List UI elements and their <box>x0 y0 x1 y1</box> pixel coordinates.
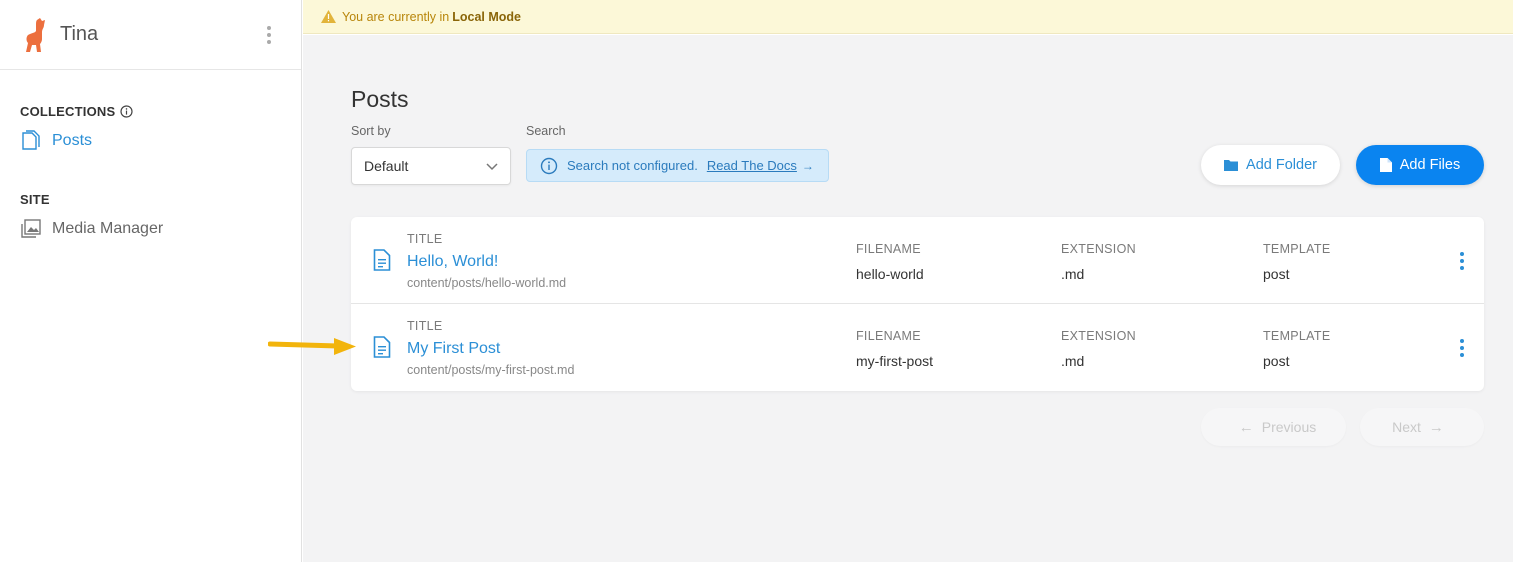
info-circle-icon <box>540 157 558 175</box>
previous-label: Previous <box>1261 419 1317 435</box>
document-icon <box>373 336 391 358</box>
local-mode-banner: You are currently in Local Mode <box>303 0 1513 34</box>
extension-value: .md <box>1061 353 1085 369</box>
collections-section: COLLECTIONS Posts <box>20 104 133 152</box>
row-actions-icon[interactable] <box>1460 339 1464 357</box>
sidebar-item-media-manager[interactable]: Media Manager <box>20 218 163 240</box>
title-cell: TITLE My First Post content/posts/my-fir… <box>407 317 574 377</box>
llama-logo-icon <box>22 17 50 53</box>
collections-heading-label: COLLECTIONS <box>20 104 116 119</box>
sort-select[interactable]: Default <box>351 147 511 185</box>
title-header: TITLE <box>407 232 443 246</box>
main-content: Posts Sort by Search Default Search not … <box>303 35 1513 562</box>
sort-select-value: Default <box>364 158 409 174</box>
next-page-button[interactable]: Next → <box>1360 408 1484 446</box>
sort-label: Sort by <box>351 124 391 138</box>
extension-cell: EXTENSION .md <box>1061 327 1136 369</box>
app-name: Tina <box>60 23 99 45</box>
title-cell: TITLE Hello, World! content/posts/hello-… <box>407 230 566 290</box>
template-header: TEMPLATE <box>1263 329 1331 343</box>
site-heading: SITE <box>20 192 50 207</box>
add-files-button[interactable]: Add Files <box>1356 145 1484 185</box>
page-title: Posts <box>351 86 409 112</box>
site-section: SITE Media Manager <box>20 192 163 240</box>
add-folder-label: Add Folder <box>1246 157 1317 173</box>
filename-cell: FILENAME my-first-post <box>856 327 933 369</box>
post-path: content/posts/hello-world.md <box>407 276 567 290</box>
extension-cell: EXTENSION .md <box>1061 240 1136 282</box>
filename-header: FILENAME <box>856 329 921 343</box>
table-row[interactable]: TITLE My First Post content/posts/my-fir… <box>351 304 1484 391</box>
arrow-right-icon: → <box>1428 418 1444 436</box>
filename-header: FILENAME <box>856 242 921 256</box>
sidebar-item-media-label: Media Manager <box>52 220 164 237</box>
row-actions-icon[interactable] <box>1460 252 1464 270</box>
post-path: content/posts/my-first-post.md <box>407 363 575 377</box>
banner-text: You are currently in <box>342 9 450 24</box>
post-title-link[interactable]: Hello, World! <box>407 253 566 271</box>
sidebar: Tina COLLECTIONS Posts SITE Media Manage… <box>0 0 302 562</box>
document-icon <box>373 249 391 271</box>
sidebar-menu-button[interactable] <box>267 26 273 44</box>
annotation-arrow-icon <box>268 338 356 355</box>
posts-table: TITLE Hello, World! content/posts/hello-… <box>351 217 1484 391</box>
search-label: Search <box>526 124 566 138</box>
chevron-down-icon <box>486 158 498 174</box>
document-icon <box>20 130 42 152</box>
extension-header: EXTENSION <box>1061 329 1136 343</box>
read-the-docs-link[interactable]: Read The Docs <box>707 158 797 173</box>
table-row[interactable]: TITLE Hello, World! content/posts/hello-… <box>351 217 1484 304</box>
sidebar-item-posts[interactable]: Posts <box>20 130 133 152</box>
filename-cell: FILENAME hello-world <box>856 240 924 282</box>
template-header: TEMPLATE <box>1263 242 1331 256</box>
template-cell: TEMPLATE post <box>1263 327 1330 369</box>
template-value: post <box>1263 353 1290 369</box>
extension-value: .md <box>1061 266 1085 282</box>
title-header: TITLE <box>407 319 443 333</box>
folder-icon <box>1224 159 1239 171</box>
media-icon <box>20 218 42 240</box>
arrow-left-icon: ← <box>1238 418 1254 436</box>
collections-heading: COLLECTIONS <box>20 104 133 119</box>
search-not-configured-notice: Search not configured. Read The Docs → <box>526 149 829 182</box>
banner-mode: Local Mode <box>452 9 522 24</box>
info-icon[interactable] <box>120 105 133 118</box>
add-files-label: Add Files <box>1399 157 1461 173</box>
sidebar-item-posts-label: Posts <box>52 132 93 149</box>
template-cell: TEMPLATE post <box>1263 240 1330 282</box>
sidebar-header: Tina <box>0 0 301 70</box>
warning-icon <box>320 9 337 24</box>
previous-page-button[interactable]: ← Previous <box>1201 408 1346 446</box>
search-message: Search not configured. <box>567 158 698 173</box>
extension-header: EXTENSION <box>1061 242 1136 256</box>
next-label: Next <box>1392 419 1421 435</box>
filename-value: my-first-post <box>856 353 933 369</box>
add-folder-button[interactable]: Add Folder <box>1201 145 1340 185</box>
post-title-link[interactable]: My First Post <box>407 340 574 358</box>
file-icon <box>1379 158 1392 172</box>
filename-value: hello-world <box>856 266 924 282</box>
template-value: post <box>1263 266 1290 282</box>
arrow-right-icon: → <box>801 158 814 173</box>
